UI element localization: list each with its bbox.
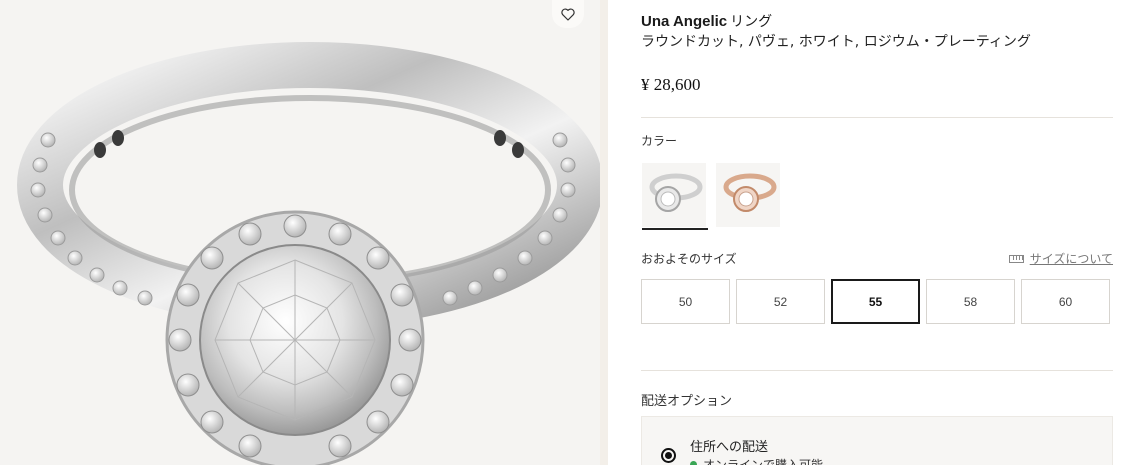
availability-text: オンラインで購入可能 <box>703 458 824 465</box>
size-guide-text: サイズについて <box>1029 252 1113 266</box>
size-guide-link[interactable]: サイズについて <box>1008 250 1113 267</box>
delivery-radio[interactable] <box>661 448 676 463</box>
divider <box>641 117 1113 118</box>
ring-thumbnail-silver <box>649 173 703 212</box>
wishlist-button[interactable] <box>552 0 584 28</box>
divider <box>641 370 1113 371</box>
product-title: Una Angelic リング <box>641 11 772 32</box>
size-option-50[interactable]: 50 <box>641 279 730 324</box>
status-dot-icon <box>690 461 697 465</box>
color-swatch-rose-gold[interactable] <box>716 163 780 227</box>
size-option-58[interactable]: 58 <box>926 279 1015 324</box>
product-kind: リング <box>730 14 773 30</box>
size-label: おおよそのサイズ <box>641 252 737 266</box>
product-details: Una Angelic リング ラウンドカット, パヴェ, ホワイト, ロジウム・… <box>641 0 1113 465</box>
product-image <box>0 0 600 465</box>
size-options: 50 52 55 58 60 <box>641 279 1110 324</box>
delivery-label: 配送オプション <box>641 394 733 409</box>
color-swatch-silver[interactable] <box>642 163 708 230</box>
ring-image <box>17 42 600 465</box>
size-option-55[interactable]: 55 <box>831 279 920 324</box>
product-subtitle: ラウンドカット, パヴェ, ホワイト, ロジウム・プレーティング <box>641 34 1031 50</box>
size-option-60[interactable]: 60 <box>1021 279 1110 324</box>
ruler-icon <box>1008 254 1024 263</box>
panel-divider <box>600 0 608 465</box>
size-option-52[interactable]: 52 <box>736 279 825 324</box>
availability-status: オンラインで購入可能 <box>690 456 823 465</box>
product-price: ¥ 28,600 <box>641 75 701 94</box>
heart-icon <box>561 7 575 21</box>
delivery-option-label: 住所への配送 <box>690 440 769 455</box>
product-brand: Una Angelic <box>641 13 728 30</box>
ring-thumbnail-rose-gold <box>723 173 777 212</box>
color-label: カラー <box>641 134 678 148</box>
